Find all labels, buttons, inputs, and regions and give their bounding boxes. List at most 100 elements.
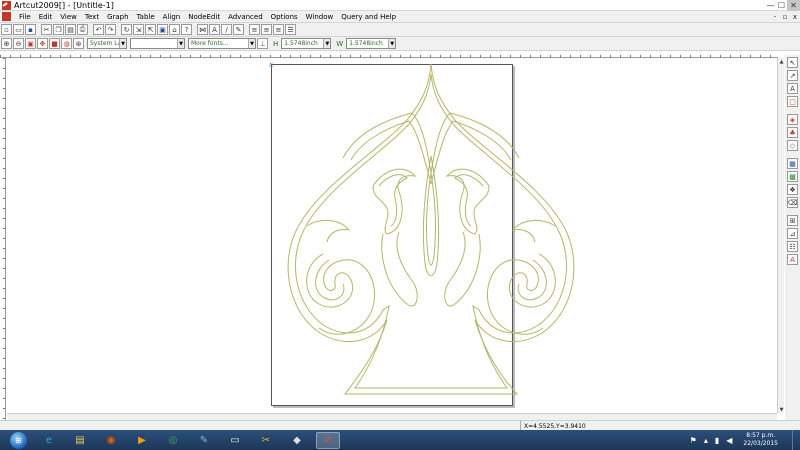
ie-icon[interactable]: e (37, 432, 61, 449)
node-edit-icon[interactable]: ↗ (787, 70, 798, 81)
text-tool-icon[interactable]: A (787, 83, 798, 94)
right-toolbox: ↖ ↗ A □ ◈ ♣ ◇ ▦ ▩ ❖ ⌫ ⊞ ⊿ ☷ A (785, 55, 800, 420)
menu-text[interactable]: Text (81, 13, 103, 21)
outline-icon[interactable]: ◇ (787, 140, 798, 151)
tray-expand-icon[interactable]: ▴ (704, 436, 708, 445)
minimize-button[interactable]: — (765, 0, 776, 11)
menu-bar: File Edit View Text Graph Table Align No… (0, 11, 800, 23)
menu-table[interactable]: Table (133, 13, 159, 21)
undo-icon[interactable]: ↶ (93, 24, 104, 35)
preview-icon[interactable]: ▣ (157, 24, 168, 35)
flag-icon[interactable]: ⚑ (690, 436, 697, 445)
zoom-in-icon[interactable]: ⊕ (1, 38, 12, 49)
show-desktop-button[interactable] (792, 430, 800, 450)
text-art-icon[interactable]: A (209, 24, 220, 35)
edit-text-icon[interactable]: ✎ (233, 24, 244, 35)
font-style-select[interactable]: ▼ (130, 38, 185, 49)
height-field[interactable]: 1.5748inch ▼ (281, 38, 332, 49)
cut-app-icon[interactable]: ✂ (254, 432, 278, 449)
rectangle-tool-icon[interactable]: □ (787, 96, 798, 107)
color-palette-icon[interactable]: ▩ (787, 171, 798, 182)
layer-select[interactable]: System Lay ▼ (87, 38, 127, 49)
save-icon[interactable]: ▪ (25, 24, 36, 35)
zoom-box-icon[interactable]: ▣ (25, 38, 36, 49)
new-file-icon[interactable]: ▫ (1, 24, 12, 35)
plot-icon[interactable]: ⌂ (169, 24, 180, 35)
scroll-down-icon[interactable]: ▼ (778, 406, 785, 413)
justify-icon[interactable]: ☰ (285, 24, 296, 35)
spade-artwork[interactable] (7, 58, 777, 419)
print-icon[interactable]: ⎙ (77, 24, 88, 35)
clock[interactable]: 8:57 p.m. 22/03/2015 (743, 432, 778, 448)
windows-start-icon[interactable]: ⊞ (10, 431, 27, 449)
aspect-lock-icon[interactable]: ⊥ (257, 38, 268, 49)
fill-color-icon[interactable]: ♣ (787, 127, 798, 138)
width-field[interactable]: 1.5748inch ▼ (346, 38, 397, 49)
paint-icon[interactable]: ✎ (192, 432, 216, 449)
doc-minimize-button[interactable]: - (770, 11, 780, 23)
chrome-icon[interactable]: ◎ (161, 432, 185, 449)
height-value: 1.5748inch (284, 40, 318, 47)
align-left-icon[interactable]: ≡ (249, 24, 260, 35)
menu-window[interactable]: Window (302, 13, 338, 21)
menu-advanced[interactable]: Advanced (224, 13, 267, 21)
font-select[interactable]: More fonts... ▼ (188, 38, 256, 49)
explorer-icon[interactable]: ▤ (68, 432, 92, 449)
output-icon[interactable]: ⇱ (145, 24, 156, 35)
close-button[interactable]: ✕ (787, 0, 800, 11)
menu-align[interactable]: Align (159, 13, 185, 21)
redo-icon[interactable]: ↷ (105, 24, 116, 35)
menu-view[interactable]: View (56, 13, 81, 21)
eraser-icon[interactable]: ⌫ (787, 197, 798, 208)
menu-options[interactable]: Options (267, 13, 302, 21)
weld-icon[interactable]: ⋈ (197, 24, 208, 35)
scroll-up-icon[interactable]: ▲ (778, 58, 785, 65)
artcut-icon[interactable]: ✐ (316, 431, 340, 449)
volume-icon[interactable]: ◀ (726, 436, 732, 445)
align-right-icon[interactable]: ≡ (273, 24, 284, 35)
italic-text-icon[interactable]: / (221, 24, 232, 35)
layers-icon[interactable]: ☷ (787, 241, 798, 252)
open-file-icon[interactable]: ▭ (13, 24, 24, 35)
menu-nodeedit[interactable]: NodeEdit (184, 13, 224, 21)
left-wing-scroll (306, 220, 351, 243)
paint-bucket-icon[interactable]: ◈ (787, 114, 798, 125)
zoom-all-icon[interactable]: ⊛ (73, 38, 84, 49)
zoom-page-icon[interactable]: ■ (49, 38, 60, 49)
select-arrow-icon[interactable]: ↖ (787, 57, 798, 68)
paste-icon[interactable]: ▤ (65, 24, 76, 35)
taskbar: ⊞ e ▤ ◉ ▶ ◎ ✎ ▭ ✂ ◆ ✐ ⚑ ▴ ▮ ◀ 8:57 p.m. 22/03/201… (0, 430, 800, 450)
upper-right-scroll-inner (454, 174, 484, 227)
import-icon[interactable]: ⇲ (133, 24, 144, 35)
inkscape-icon[interactable]: ◆ (285, 432, 309, 449)
doc-restore-button[interactable]: ▫ (780, 11, 790, 23)
firefox-icon[interactable]: ◉ (99, 432, 123, 449)
text-outline-icon[interactable]: A (787, 254, 798, 265)
menu-edit[interactable]: Edit (35, 13, 57, 21)
help-icon[interactable]: ? (181, 24, 192, 35)
cut-icon[interactable]: ✂ (41, 24, 52, 35)
grid-icon[interactable]: ▦ (787, 158, 798, 169)
doc-close-button[interactable]: x (790, 11, 800, 23)
align-icon[interactable]: ⊞ (787, 215, 798, 226)
vertical-ruler (0, 58, 6, 420)
document-icon[interactable]: ▭ (223, 432, 247, 449)
align-center-icon[interactable]: ≡ (261, 24, 272, 35)
menu-query-help[interactable]: Query and Help (337, 13, 400, 21)
horizontal-scrollbar[interactable] (7, 413, 777, 420)
copy-icon[interactable]: ❐ (53, 24, 64, 35)
vertical-scrollbar[interactable]: ▲ ▼ (777, 58, 784, 413)
zoom-out-icon[interactable]: ⊖ (13, 38, 24, 49)
network-icon[interactable]: ▮ (715, 436, 719, 445)
maximize-button[interactable]: ☐ (776, 0, 787, 11)
document-menu-icon[interactable] (2, 12, 11, 21)
drawing-canvas[interactable]: X (7, 58, 777, 419)
measure-icon[interactable]: ⊿ (787, 228, 798, 239)
menu-graph[interactable]: Graph (103, 13, 132, 21)
media-player-icon[interactable]: ▶ (130, 432, 154, 449)
pan-icon[interactable]: ✥ (37, 38, 48, 49)
menu-file[interactable]: File (15, 13, 35, 21)
refresh-icon[interactable]: ↻ (121, 24, 132, 35)
zoom-fit-icon[interactable]: ◍ (61, 38, 72, 49)
effects-icon[interactable]: ❖ (787, 184, 798, 195)
